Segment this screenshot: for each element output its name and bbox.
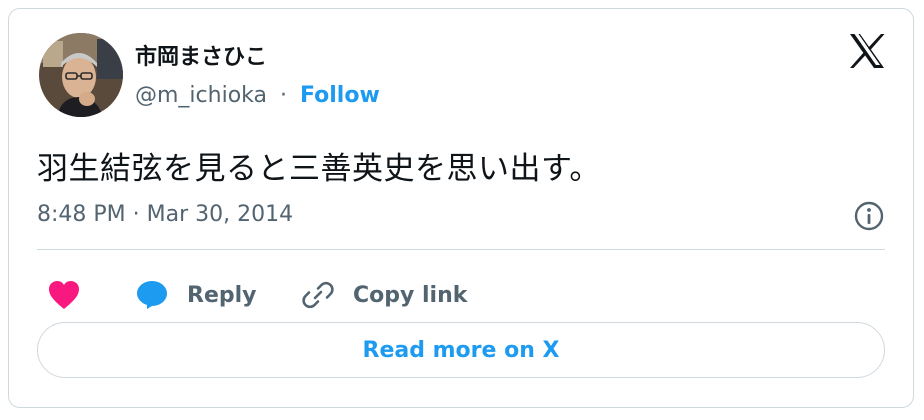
copy-link-label: Copy link [353, 282, 468, 308]
avatar[interactable] [39, 33, 123, 117]
reply-button[interactable]: Reply [135, 271, 257, 319]
tweet-text: 羽生結弦を見ると三善英史を思い出す。 [37, 151, 601, 187]
reply-label: Reply [187, 282, 257, 308]
read-more-button[interactable]: Read more on X [37, 322, 885, 378]
link-icon [302, 281, 334, 309]
x-logo-icon[interactable] [847, 31, 887, 71]
tweet-timestamp[interactable]: 8:48 PM · Mar 30, 2014 [37, 202, 293, 227]
heart-icon [49, 281, 79, 309]
copy-link-button[interactable]: Copy link [301, 271, 467, 319]
avatar-image [39, 33, 123, 117]
separator-dot: · [280, 83, 287, 108]
author-handle[interactable]: @m_ichioka [135, 83, 267, 108]
follow-button[interactable]: Follow [300, 83, 380, 108]
info-icon[interactable] [853, 200, 885, 232]
tweet-card: 市岡まさひこ @m_ichioka · Follow 羽生結弦を見ると三善英史を… [8, 8, 914, 408]
divider [37, 249, 885, 250]
author-handle-row: @m_ichioka · Follow [135, 83, 380, 108]
like-button[interactable] [47, 271, 81, 319]
speech-bubble-icon [137, 281, 167, 309]
author-display-name[interactable]: 市岡まさひこ [135, 39, 267, 71]
